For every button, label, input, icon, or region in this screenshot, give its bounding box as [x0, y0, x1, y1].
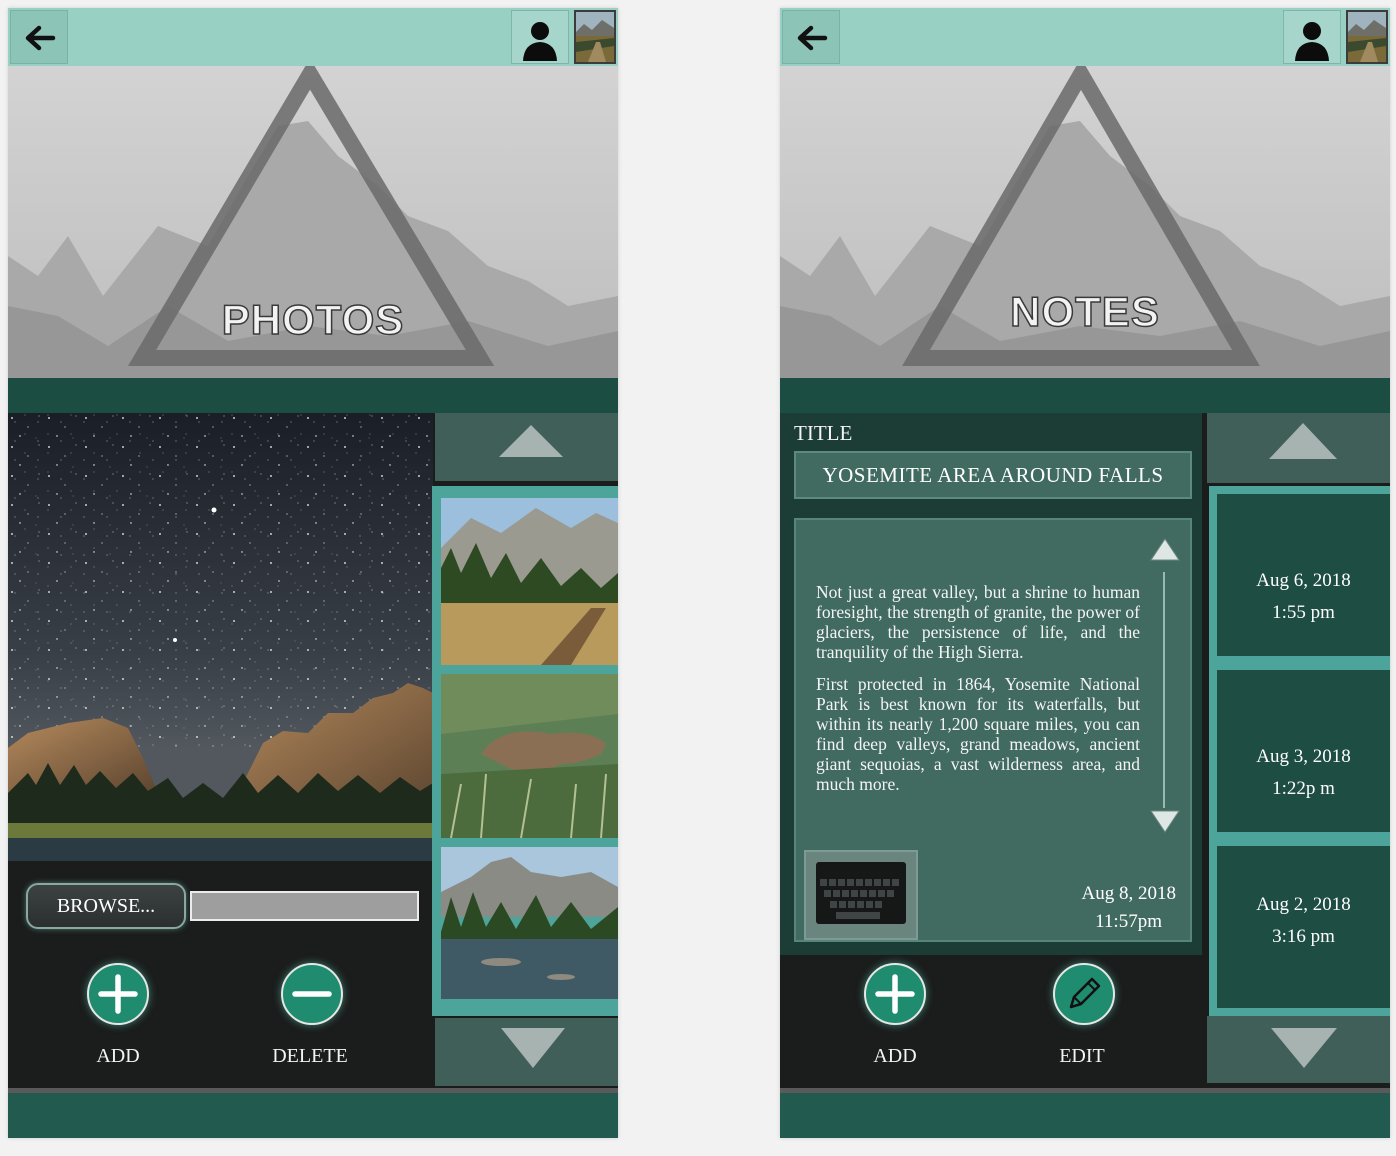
arrow-down-icon[interactable]: [1146, 808, 1186, 838]
page-title: PHOTOS: [221, 295, 405, 344]
entry-time: 3:16 pm: [1272, 926, 1335, 947]
arrow-up-icon: [1269, 423, 1337, 459]
landscape-thumbnail-button[interactable]: [1346, 10, 1388, 64]
thumbnail-strip: [432, 486, 618, 1016]
section-divider: [8, 378, 618, 413]
edit-label: EDIT: [1059, 1045, 1105, 1067]
bottom-bar: [780, 1088, 1390, 1138]
delete-label: DELETE: [272, 1045, 348, 1067]
entry-date: Aug 2, 2018: [1256, 894, 1351, 915]
note-body-text[interactable]: Not just a great valley, but a shrine to…: [816, 582, 1140, 806]
landscape-thumbnail-icon: [1348, 12, 1386, 62]
entry-time: 1:55 pm: [1272, 602, 1335, 623]
landscape-thumbnail-icon: [576, 12, 614, 62]
top-bar: [8, 8, 618, 66]
note-entry[interactable]: Aug 2, 2018 3:16 pm: [1217, 846, 1390, 1008]
note-date: Aug 8, 2018: [1081, 883, 1176, 904]
back-arrow-icon: [797, 25, 828, 51]
thumbnail-valley[interactable]: [441, 498, 618, 665]
hero-banner: PHOTOS: [8, 66, 618, 378]
arrow-up-icon[interactable]: [1146, 536, 1186, 566]
plus-icon: [875, 974, 915, 1014]
scroll-up-button[interactable]: [1207, 413, 1390, 483]
minus-icon: [292, 991, 332, 997]
note-paragraph: First protected in 1864, Yosemite Nation…: [816, 674, 1140, 794]
edit-note-button[interactable]: [1053, 963, 1115, 1025]
plus-icon: [98, 974, 138, 1014]
file-path-field[interactable]: [190, 891, 419, 921]
back-arrow-icon: [25, 25, 56, 51]
note-scrollbar[interactable]: [1163, 572, 1165, 808]
back-button[interactable]: [782, 10, 840, 64]
page-title: NOTES: [1009, 287, 1160, 336]
section-divider: [780, 378, 1390, 413]
note-paragraph: Not just a great valley, but a shrine to…: [816, 582, 1140, 662]
landscape-thumbnail-button[interactable]: [574, 10, 616, 64]
note-editor: TITLE YOSEMITE AREA AROUND FALLS Not jus…: [780, 413, 1202, 955]
title-label: TITLE: [794, 421, 853, 445]
thumbnail-deer[interactable]: [441, 674, 618, 838]
entry-time: 1:22p m: [1272, 778, 1335, 799]
starry-night-yosemite-image: [8, 413, 433, 861]
entry-date: Aug 3, 2018: [1256, 746, 1351, 767]
add-photo-button[interactable]: [87, 963, 149, 1025]
note-history-list: Aug 6, 2018 1:55 pm Aug 3, 2018 1:22p m …: [1209, 486, 1390, 1016]
scroll-down-button[interactable]: [435, 1018, 618, 1086]
add-note-button[interactable]: [864, 963, 926, 1025]
note-time: 11:57pm: [1095, 911, 1162, 932]
bottom-bar: [8, 1088, 618, 1138]
note-controls: ADD EDIT: [780, 955, 1202, 1083]
add-label: ADD: [96, 1045, 140, 1067]
delete-photo-button[interactable]: [281, 963, 343, 1025]
profile-button[interactable]: [1283, 10, 1341, 64]
photo-controls: BROWSE... ADD DELETE: [8, 863, 433, 1083]
arrow-down-icon: [501, 1028, 565, 1068]
arrow-down-icon: [1271, 1028, 1337, 1068]
thumbnail-river[interactable]: [441, 847, 618, 999]
thumbnail-scroller: [432, 413, 618, 1086]
user-icon: [1295, 22, 1329, 61]
browse-button[interactable]: BROWSE...: [26, 883, 186, 929]
profile-button[interactable]: [511, 10, 569, 64]
add-label: ADD: [873, 1045, 917, 1067]
top-bar: [780, 8, 1390, 66]
note-timestamp: Aug 8, 2018 11:57pm: [1066, 880, 1176, 936]
notes-screen: NOTES TITLE YOSEMITE AREA AROUND FALLS N…: [780, 8, 1390, 1138]
keyboard-icon: [816, 862, 906, 924]
entry-date: Aug 6, 2018: [1256, 570, 1351, 591]
selected-photo[interactable]: [8, 413, 433, 861]
note-title-field[interactable]: YOSEMITE AREA AROUND FALLS: [794, 451, 1192, 499]
user-icon: [523, 22, 557, 61]
hero-banner: NOTES: [780, 66, 1390, 378]
photos-screen: PHOTOS BROWSE... ADD DELETE: [8, 8, 618, 1138]
scroll-up-button[interactable]: [435, 413, 618, 481]
note-body-box[interactable]: Not just a great valley, but a shrine to…: [794, 518, 1192, 942]
note-entry[interactable]: Aug 6, 2018 1:55 pm: [1217, 494, 1390, 656]
scroll-down-button[interactable]: [1207, 1016, 1390, 1083]
note-entry[interactable]: Aug 3, 2018 1:22p m: [1217, 670, 1390, 832]
arrow-up-icon: [499, 425, 563, 457]
back-button[interactable]: [10, 10, 68, 64]
pencil-icon: [1069, 977, 1101, 1009]
keyboard-button[interactable]: [804, 850, 918, 940]
